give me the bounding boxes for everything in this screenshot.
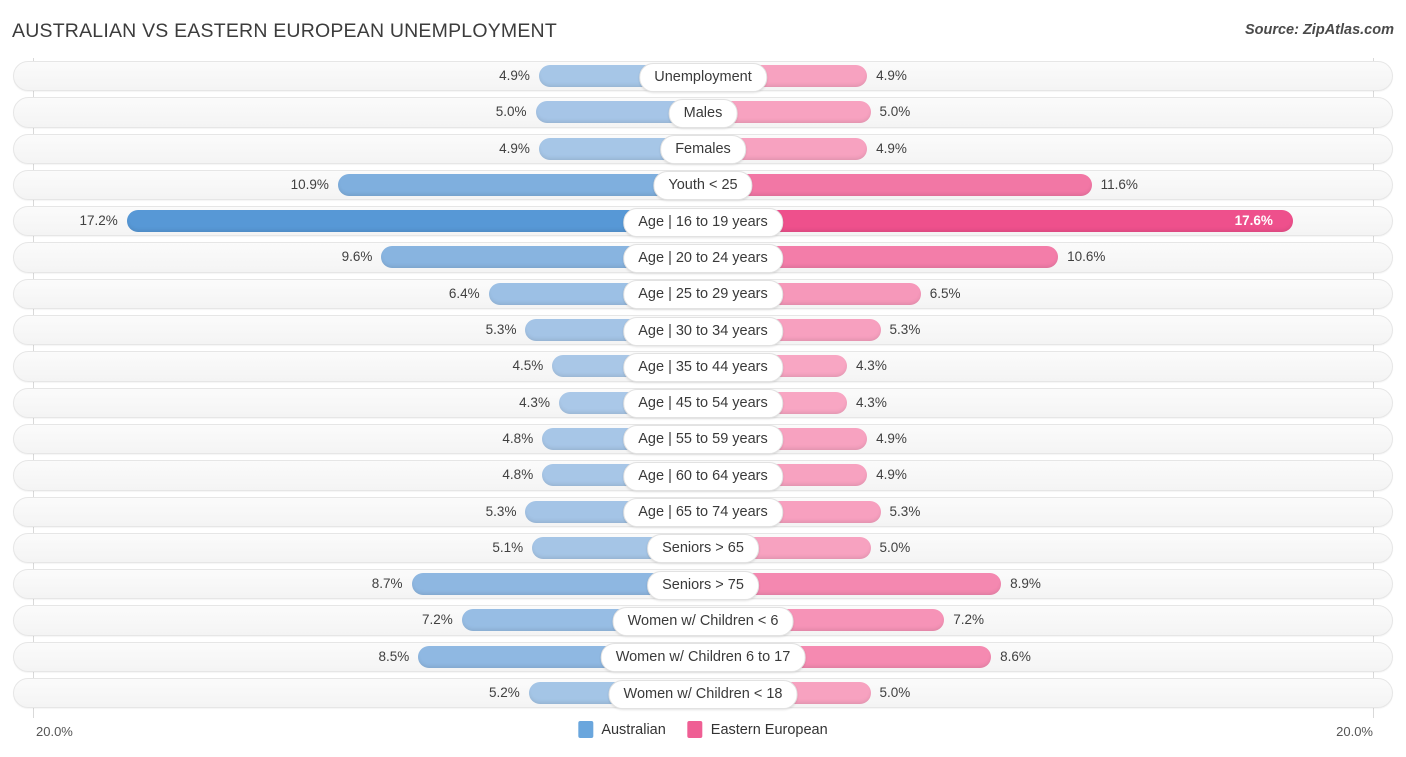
category-label[interactable]: Seniors > 65 bbox=[647, 534, 759, 564]
chart-header: AUSTRALIAN VS EASTERN EUROPEAN UNEMPLOYM… bbox=[0, 0, 1406, 58]
value-label-eastern-european: 4.9% bbox=[876, 68, 907, 83]
table-row[interactable]: 17.2% 17.6% Age | 16 to 19 years bbox=[0, 203, 1406, 239]
bar-eastern-european[interactable] bbox=[703, 173, 1092, 196]
legend-swatch-australian bbox=[578, 721, 594, 738]
category-label[interactable]: Age | 55 to 59 years bbox=[623, 425, 783, 455]
category-label[interactable]: Unemployment bbox=[639, 62, 767, 92]
value-label-eastern-european: 4.9% bbox=[876, 430, 907, 446]
value-label-eastern-european: 8.9% bbox=[1010, 576, 1041, 592]
value-label-eastern-european: 7.2% bbox=[953, 612, 984, 628]
value-label-eastern-european: 17.6% bbox=[1234, 213, 1273, 229]
table-row[interactable]: 4.3% 4.3% Age | 45 to 54 years bbox=[0, 385, 1406, 421]
value-label-australian: 5.3% bbox=[485, 503, 517, 519]
value-label-australian: 5.1% bbox=[492, 539, 524, 555]
value-label-australian: 4.9% bbox=[499, 68, 530, 83]
page-title: AUSTRALIAN VS EASTERN EUROPEAN UNEMPLOYM… bbox=[12, 20, 557, 42]
bar-rows: 4.9% 4.9% Unemployment 5.0% 5.0% Males 4.9% 4.9… bbox=[0, 58, 1406, 711]
value-label-australian: 9.6% bbox=[341, 249, 373, 265]
value-label-eastern-european: 5.0% bbox=[879, 104, 911, 120]
bar-eastern-european-fill bbox=[703, 210, 1293, 233]
bar-australian[interactable] bbox=[126, 210, 703, 233]
category-label[interactable]: Age | 25 to 29 years bbox=[623, 280, 783, 310]
table-row[interactable]: 7.2% 7.2% Women w/ Children < 6 bbox=[0, 602, 1406, 638]
table-row[interactable]: 8.5% 8.6% Women w/ Children 6 to 17 bbox=[0, 639, 1406, 675]
category-label[interactable]: Males bbox=[668, 98, 738, 128]
category-label[interactable]: Females bbox=[660, 135, 746, 165]
table-row[interactable]: 5.3% 5.3% Age | 65 to 74 years bbox=[0, 494, 1406, 530]
value-label-eastern-european: 4.9% bbox=[876, 467, 907, 483]
legend-label-australian: Australian bbox=[601, 721, 666, 738]
value-label-eastern-european: 4.3% bbox=[856, 394, 887, 410]
category-label[interactable]: Women w/ Children 6 to 17 bbox=[600, 643, 806, 673]
table-row[interactable]: 4.8% 4.9% Age | 60 to 64 years bbox=[0, 457, 1406, 493]
category-label[interactable]: Seniors > 75 bbox=[647, 570, 759, 600]
axis-right-label: 20.0% bbox=[1336, 724, 1373, 739]
table-row[interactable]: 10.9% 11.6% Youth < 25 bbox=[0, 167, 1406, 203]
value-label-australian: 4.9% bbox=[499, 140, 530, 156]
chart-footer: 20.0% Australian Eastern European 20.0% bbox=[0, 718, 1406, 757]
category-label[interactable]: Women w/ Children < 6 bbox=[612, 606, 794, 636]
bar-australian[interactable] bbox=[337, 173, 703, 196]
value-label-eastern-european: 4.3% bbox=[856, 358, 887, 374]
table-row[interactable]: 4.9% 4.9% Unemployment bbox=[0, 58, 1406, 94]
value-label-australian: 8.7% bbox=[371, 576, 403, 592]
category-label[interactable]: Age | 35 to 44 years bbox=[623, 352, 783, 382]
value-label-australian: 7.2% bbox=[422, 612, 453, 628]
value-label-australian: 4.8% bbox=[502, 467, 534, 483]
bar-australian-fill bbox=[126, 210, 703, 233]
table-row[interactable]: 6.4% 6.5% Age | 25 to 29 years bbox=[0, 276, 1406, 312]
legend-item-eastern-european[interactable]: Eastern European bbox=[687, 721, 828, 738]
category-label[interactable]: Age | 16 to 19 years bbox=[623, 207, 783, 237]
value-label-australian: 4.5% bbox=[512, 358, 544, 374]
value-label-eastern-european: 4.9% bbox=[876, 140, 907, 156]
value-label-eastern-european: 6.5% bbox=[929, 285, 961, 301]
value-label-australian: 5.3% bbox=[485, 322, 517, 338]
bar-eastern-european-fill bbox=[703, 173, 1092, 196]
category-label[interactable]: Age | 60 to 64 years bbox=[623, 461, 783, 491]
table-row[interactable]: 4.5% 4.3% Age | 35 to 44 years bbox=[0, 348, 1406, 384]
legend: Australian Eastern European bbox=[578, 721, 828, 738]
value-label-eastern-european: 5.3% bbox=[889, 322, 921, 338]
category-label[interactable]: Age | 65 to 74 years bbox=[623, 498, 783, 528]
category-label[interactable]: Age | 45 to 54 years bbox=[623, 389, 783, 419]
value-label-australian: 8.5% bbox=[378, 648, 410, 664]
value-label-eastern-european: 10.6% bbox=[1067, 249, 1106, 265]
table-row[interactable]: 5.0% 5.0% Males bbox=[0, 94, 1406, 130]
table-row[interactable]: 4.9% 4.9% Females bbox=[0, 131, 1406, 167]
value-label-eastern-european: 5.0% bbox=[879, 685, 911, 701]
value-label-australian: 4.3% bbox=[519, 394, 550, 410]
value-label-australian: 10.9% bbox=[290, 176, 329, 192]
table-row[interactable]: 5.2% 5.0% Women w/ Children < 18 bbox=[0, 675, 1406, 711]
category-label[interactable]: Youth < 25 bbox=[653, 171, 753, 201]
table-row[interactable]: 4.8% 4.9% Age | 55 to 59 years bbox=[0, 421, 1406, 457]
value-label-eastern-european: 11.6% bbox=[1100, 176, 1138, 192]
table-row[interactable]: 5.1% 5.0% Seniors > 65 bbox=[0, 530, 1406, 566]
value-label-australian: 4.8% bbox=[502, 430, 534, 446]
value-label-australian: 5.0% bbox=[495, 104, 527, 120]
category-label[interactable]: Age | 20 to 24 years bbox=[623, 243, 783, 273]
value-label-australian: 17.2% bbox=[79, 213, 118, 229]
value-label-eastern-european: 5.3% bbox=[889, 503, 921, 519]
legend-label-eastern-european: Eastern European bbox=[710, 721, 828, 738]
axis-left-label: 20.0% bbox=[36, 724, 73, 739]
bar-australian-fill bbox=[337, 173, 703, 196]
bar-eastern-european[interactable] bbox=[703, 210, 1293, 233]
value-label-eastern-european: 8.6% bbox=[1000, 648, 1031, 664]
source-label: Source: ZipAtlas.com bbox=[1244, 22, 1394, 38]
legend-item-australian[interactable]: Australian bbox=[578, 721, 666, 738]
value-label-eastern-european: 5.0% bbox=[879, 539, 911, 555]
category-label[interactable]: Women w/ Children < 18 bbox=[608, 679, 798, 709]
table-row[interactable]: 5.3% 5.3% Age | 30 to 34 years bbox=[0, 312, 1406, 348]
table-row[interactable]: 8.7% 8.9% Seniors > 75 bbox=[0, 566, 1406, 602]
value-label-australian: 6.4% bbox=[448, 285, 480, 301]
category-label[interactable]: Age | 30 to 34 years bbox=[623, 316, 783, 346]
chart-plot-area: 4.9% 4.9% Unemployment 5.0% 5.0% Males 4.9% 4.9… bbox=[0, 58, 1406, 718]
legend-swatch-eastern-european bbox=[687, 721, 703, 738]
value-label-australian: 5.2% bbox=[489, 685, 520, 701]
table-row[interactable]: 9.6% 10.6% Age | 20 to 24 years bbox=[0, 239, 1406, 275]
